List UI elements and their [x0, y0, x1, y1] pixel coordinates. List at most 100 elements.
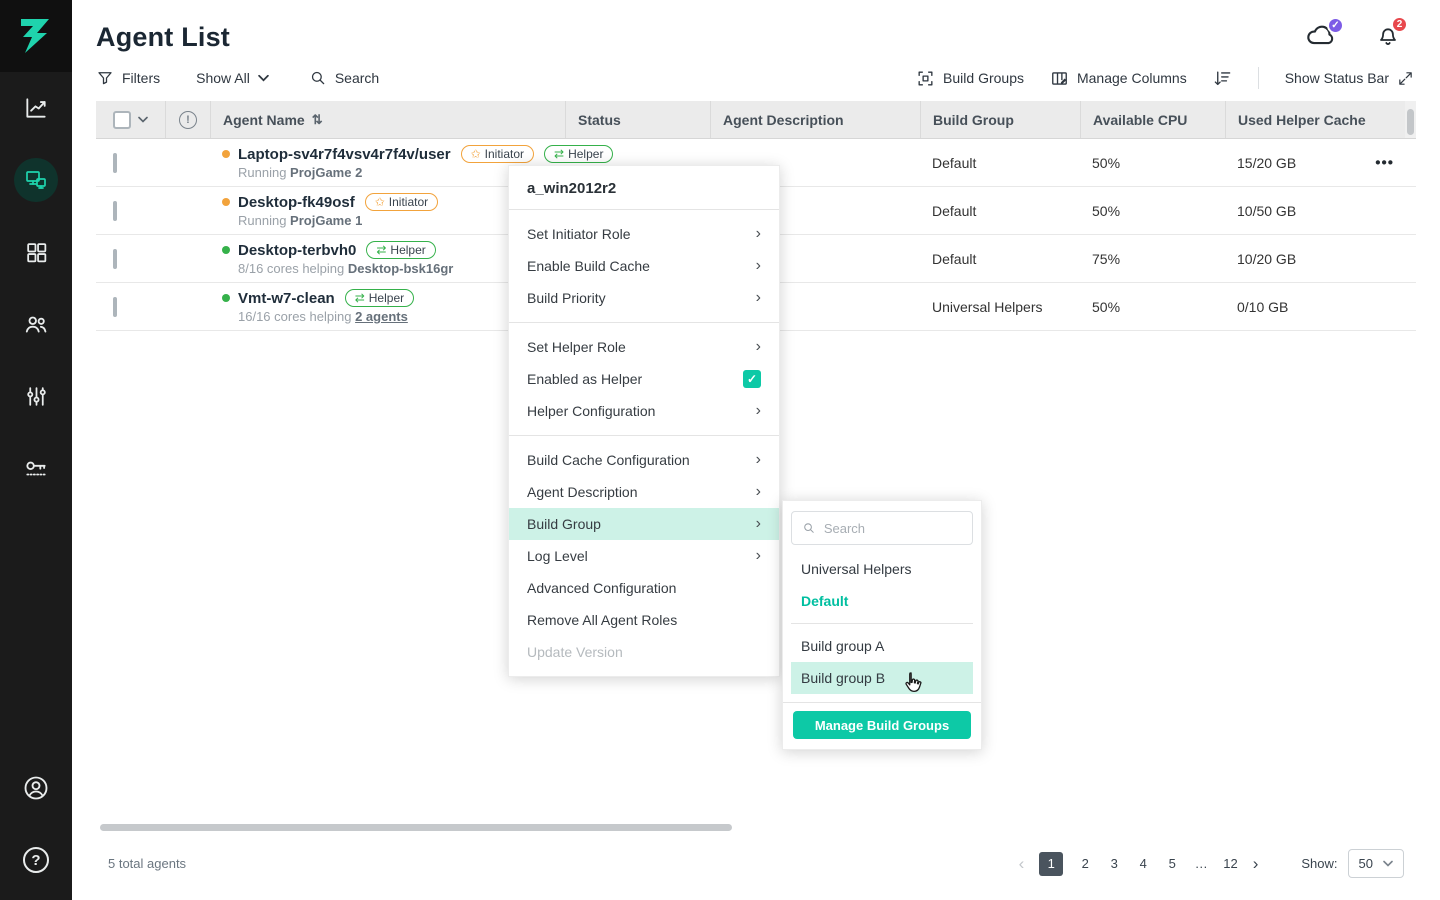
- chevron-down-icon: [258, 74, 269, 82]
- row-checkbox[interactable]: [113, 297, 117, 317]
- page-1[interactable]: 1: [1039, 852, 1063, 876]
- show-all-dropdown[interactable]: Show All: [196, 70, 269, 86]
- menu-item-set-initiator-role[interactable]: Set Initiator Role›: [509, 218, 779, 250]
- check-icon: ✓: [747, 372, 757, 386]
- vertical-scrollbar[interactable]: [1405, 101, 1416, 138]
- menu-item-set-helper-role[interactable]: Set Helper Role›: [509, 331, 779, 363]
- menu-item-remove-all-agent-roles[interactable]: Remove All Agent Roles: [509, 604, 779, 636]
- used-helper-cache-cell: 10/50 GB: [1225, 203, 1385, 219]
- page-header: Agent List ✓ 2: [72, 0, 1440, 57]
- manage-columns-button[interactable]: Manage Columns: [1050, 69, 1187, 88]
- initiator-icon: ✩: [375, 195, 385, 209]
- chevron-down-icon[interactable]: [138, 116, 148, 123]
- page-size-select[interactable]: 50: [1348, 849, 1404, 878]
- select-all-checkbox[interactable]: [113, 111, 131, 129]
- cloud-check-badge: ✓: [1327, 17, 1344, 34]
- menu-item-helper-configuration[interactable]: Helper Configuration›: [509, 395, 779, 427]
- submenu-search[interactable]: [791, 511, 973, 545]
- menu-item-build-priority[interactable]: Build Priority›: [509, 282, 779, 314]
- initiator-icon: ✩: [471, 147, 481, 161]
- page-5[interactable]: 5: [1165, 856, 1179, 871]
- helper-icon: ⇄: [554, 147, 564, 161]
- search-button[interactable]: Search: [309, 69, 379, 87]
- column-header-agent-description[interactable]: Agent Description: [710, 101, 920, 138]
- menu-item-build-cache-configuration[interactable]: Build Cache Configuration›: [509, 444, 779, 476]
- row-checkbox[interactable]: [113, 153, 117, 173]
- row-checkbox[interactable]: [113, 201, 117, 221]
- cloud-status-button[interactable]: ✓: [1306, 23, 1336, 52]
- scrollbar-thumb[interactable]: [1407, 109, 1414, 135]
- filters-button[interactable]: Filters: [96, 69, 160, 87]
- checked-checkbox[interactable]: ✓: [743, 370, 761, 388]
- column-header-agent-name[interactable]: Agent Name ⇅: [210, 101, 565, 138]
- page-12[interactable]: 12: [1223, 856, 1237, 871]
- notification-count-badge: 2: [1391, 16, 1408, 33]
- notifications-button[interactable]: 2: [1376, 22, 1400, 53]
- menu-item-advanced-configuration[interactable]: Advanced Configuration: [509, 572, 779, 604]
- prev-page-button[interactable]: ‹: [1019, 854, 1025, 874]
- menu-item-enable-build-cache[interactable]: Enable Build Cache›: [509, 250, 779, 282]
- submenu-item-build-group-a[interactable]: Build group A: [791, 630, 973, 662]
- column-header-build-group[interactable]: Build Group: [920, 101, 1080, 138]
- menu-item-build-group[interactable]: Build Group›: [509, 508, 779, 540]
- column-header-available-cpu[interactable]: Available CPU: [1080, 101, 1225, 138]
- sidebar-item-help[interactable]: ?: [0, 824, 72, 896]
- sort-arrows-icon[interactable]: ⇅: [312, 112, 323, 128]
- used-helper-cache-cell: 0/10 GB: [1225, 299, 1385, 315]
- agent-name: Vmt-w7-clean: [238, 290, 335, 307]
- helped-agents-link[interactable]: 2 agents: [355, 309, 408, 324]
- column-header-used-helper-cache[interactable]: Used Helper Cache: [1225, 101, 1405, 138]
- sidebar-item-dashboard[interactable]: [0, 72, 72, 144]
- sort-button[interactable]: [1213, 69, 1232, 88]
- row-checkbox[interactable]: [113, 249, 117, 269]
- menu-item-agent-description[interactable]: Agent Description›: [509, 476, 779, 508]
- submenu-item-build-group-b[interactable]: Build group B: [791, 662, 973, 694]
- submenu-item-default[interactable]: Default: [791, 585, 973, 617]
- manage-build-groups-button[interactable]: Manage Build Groups: [793, 711, 971, 739]
- sidebar-item-settings[interactable]: [0, 360, 72, 432]
- key-icon: [23, 455, 49, 481]
- filter-icon: [96, 69, 114, 87]
- menu-divider: [509, 322, 779, 323]
- submenu-search-input[interactable]: [824, 521, 962, 536]
- available-cpu-cell: 75%: [1080, 251, 1225, 267]
- build-group-cell: Universal Helpers: [920, 299, 1080, 315]
- helper-badge: ⇄Helper: [345, 289, 414, 307]
- column-header-status[interactable]: Status: [565, 101, 710, 138]
- helper-badge: ⇄Helper: [544, 145, 613, 163]
- menu-divider: [509, 435, 779, 436]
- sidebar-item-agents[interactable]: [0, 144, 72, 216]
- app-logo[interactable]: [0, 0, 72, 72]
- build-groups-button[interactable]: Build Groups: [916, 69, 1024, 88]
- available-cpu-cell: 50%: [1080, 155, 1225, 171]
- expand-icon: [1397, 70, 1414, 87]
- show-status-bar-button[interactable]: Show Status Bar: [1285, 70, 1414, 87]
- table-header: ! Agent Name ⇅ Status Agent Description …: [96, 101, 1416, 139]
- next-page-button[interactable]: ›: [1253, 854, 1259, 874]
- page-3[interactable]: 3: [1107, 856, 1121, 871]
- search-label: Search: [335, 70, 379, 86]
- sidebar-item-account[interactable]: [0, 752, 72, 824]
- submenu-item-universal-helpers[interactable]: Universal Helpers: [791, 553, 973, 585]
- horizontal-scrollbar[interactable]: [100, 824, 732, 831]
- select-all-cell: [96, 101, 165, 138]
- sidebar-item-licenses[interactable]: [0, 432, 72, 504]
- sidebar-item-builds[interactable]: [0, 216, 72, 288]
- helper-badge: ⇄Helper: [366, 241, 435, 259]
- filters-label: Filters: [122, 70, 160, 86]
- used-helper-cache-cell: 15/20 GB: [1225, 155, 1385, 171]
- grid-icon: [24, 240, 49, 265]
- pagination: ‹ 1 2 3 4 5 … 12 › Show: 50: [1019, 849, 1404, 878]
- menu-item-update-version: Update Version: [509, 636, 779, 668]
- menu-item-log-level[interactable]: Log Level›: [509, 540, 779, 572]
- manage-columns-label: Manage Columns: [1077, 70, 1187, 86]
- menu-item-enabled-as-helper[interactable]: Enabled as Helper✓: [509, 363, 779, 395]
- status-dot-green: [222, 246, 230, 254]
- page-2[interactable]: 2: [1078, 856, 1092, 871]
- footer: 5 total agents ‹ 1 2 3 4 5 … 12 › Show: …: [72, 841, 1440, 900]
- row-more-button[interactable]: •••: [1375, 154, 1394, 171]
- sidebar-item-users[interactable]: [0, 288, 72, 360]
- build-group-submenu: Universal Helpers Default Build group A …: [782, 500, 982, 750]
- page-4[interactable]: 4: [1136, 856, 1150, 871]
- agent-name: Laptop-sv4r7f4vsv4r7f4v/user: [238, 146, 451, 163]
